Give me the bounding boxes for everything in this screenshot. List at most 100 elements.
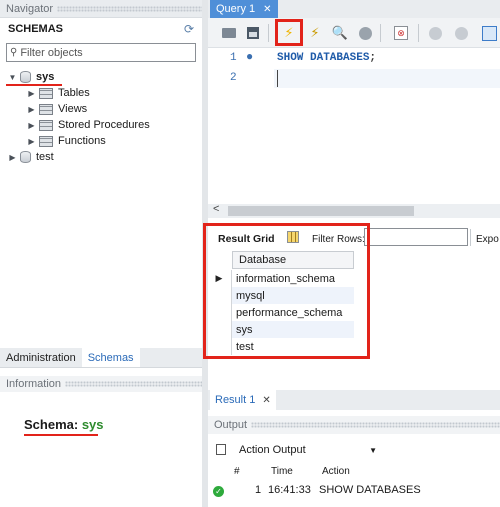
column-header-time: Time bbox=[271, 466, 293, 477]
filter-rows-label: Filter Rows: bbox=[312, 234, 365, 245]
navigator-header: Navigator bbox=[0, 0, 202, 18]
sql-semicolon: ; bbox=[369, 52, 377, 64]
export-button[interactable]: Expo bbox=[476, 234, 499, 245]
rollback-icon[interactable] bbox=[452, 24, 470, 42]
output-row-time: 16:41:33 bbox=[268, 484, 311, 496]
filter-rows-input[interactable] bbox=[364, 228, 468, 246]
column-header-database[interactable]: Database bbox=[232, 251, 354, 269]
output-row[interactable]: 1 16:41:33 SHOW DATABASES bbox=[208, 482, 500, 500]
tab-administration[interactable]: Administration bbox=[0, 348, 82, 367]
row-selector[interactable] bbox=[207, 321, 232, 338]
tree-item-label: Views bbox=[58, 103, 88, 115]
statement-marker-icon: ● bbox=[246, 50, 254, 64]
table-row[interactable]: mysql bbox=[232, 287, 354, 304]
output-type-select[interactable]: Action Output ▼ bbox=[233, 441, 383, 459]
copy-icon[interactable] bbox=[216, 444, 226, 455]
column-header-action: Action bbox=[322, 466, 350, 477]
navigator-title: Navigator bbox=[6, 2, 54, 15]
collapse-arrow-icon[interactable]: ▶ bbox=[27, 105, 36, 114]
refresh-icon[interactable]: ⟳ bbox=[184, 22, 194, 36]
output-table-header: # Time Action bbox=[208, 462, 500, 480]
toolbar-separator bbox=[268, 24, 269, 42]
output-row-action: SHOW DATABASES bbox=[319, 484, 421, 496]
select-value: Action Output bbox=[239, 444, 306, 456]
tree-item-stored-procedures[interactable]: ▶ Stored Procedures bbox=[27, 117, 150, 133]
row-pointer-icon: ▶ bbox=[207, 270, 232, 287]
execute-statement-icon[interactable]: ⚡ bbox=[306, 24, 324, 42]
close-icon[interactable]: ✕ bbox=[263, 4, 271, 15]
header-grip bbox=[251, 422, 500, 428]
table-icon bbox=[39, 135, 53, 147]
sql-keyword: SHOW DATABASES bbox=[277, 52, 370, 64]
explain-magnifier-icon[interactable]: 🔍 bbox=[331, 24, 349, 42]
scroll-left-icon[interactable]: < bbox=[213, 203, 219, 215]
output-header: Output bbox=[208, 416, 500, 434]
filter-objects-field[interactable]: ⚲ bbox=[6, 43, 196, 62]
tree-item-label: Functions bbox=[58, 135, 106, 147]
save-icon[interactable] bbox=[244, 24, 262, 42]
chevron-down-icon[interactable]: ▼ bbox=[369, 446, 377, 455]
information-header: Information bbox=[0, 376, 202, 392]
scrollbar-thumb[interactable] bbox=[228, 206, 414, 216]
tree-item-functions[interactable]: ▶ Functions bbox=[27, 133, 106, 149]
collapse-arrow-icon[interactable]: ▶ bbox=[27, 121, 36, 130]
tree-item-tables[interactable]: ▶ Tables bbox=[27, 85, 89, 101]
row-selector[interactable] bbox=[207, 287, 232, 304]
tab-label: Result 1 bbox=[215, 394, 256, 406]
tab-schemas[interactable]: Schemas bbox=[81, 348, 140, 367]
tree-item-views[interactable]: ▶ Views bbox=[27, 101, 87, 117]
collapse-arrow-icon[interactable]: ▶ bbox=[27, 137, 36, 146]
database-icon bbox=[20, 151, 31, 163]
result-grid-button[interactable]: Result Grid bbox=[218, 233, 275, 245]
toolbar-separator bbox=[418, 24, 419, 42]
text-caret bbox=[277, 70, 278, 87]
toggle-errors-icon[interactable]: ⊗ bbox=[392, 24, 410, 42]
output-row-number: 1 bbox=[255, 484, 262, 496]
tree-item-test[interactable]: ▶ test bbox=[8, 149, 54, 165]
tree-item-label: Stored Procedures bbox=[58, 119, 150, 131]
current-line-highlight bbox=[274, 69, 500, 88]
output-title: Output bbox=[214, 419, 248, 431]
table-row[interactable]: sys bbox=[232, 321, 354, 338]
tree-item-sys[interactable]: ▼ sys bbox=[8, 69, 54, 85]
tree-item-label: sys bbox=[36, 71, 55, 83]
open-folder-icon[interactable] bbox=[220, 24, 238, 42]
highlight-underline bbox=[24, 434, 98, 436]
database-icon bbox=[20, 71, 31, 83]
row-selector[interactable] bbox=[207, 304, 232, 321]
search-icon: ⚲ bbox=[10, 47, 18, 58]
schemas-bar: SCHEMAS ⟳ bbox=[0, 18, 202, 40]
row-selector[interactable] bbox=[207, 338, 232, 355]
toolbar-separator bbox=[380, 24, 381, 42]
table-row[interactable]: performance_schema bbox=[232, 304, 354, 321]
commit-icon[interactable] bbox=[426, 24, 444, 42]
toolbar-separator bbox=[470, 229, 471, 246]
table-icon bbox=[39, 103, 53, 115]
tab-result-1[interactable]: Result 1 ✕ bbox=[210, 390, 276, 410]
tab-query-1[interactable]: Query 1 ✕ bbox=[210, 0, 278, 18]
schema-info: Schema: sys bbox=[24, 417, 104, 432]
navigator-tabs: Administration Schemas bbox=[0, 348, 202, 368]
grid-icon[interactable] bbox=[287, 231, 299, 243]
code-line-1: SHOW DATABASES; bbox=[277, 52, 376, 64]
tree-item-label: test bbox=[36, 151, 54, 163]
schema-label: Schema: bbox=[24, 417, 79, 432]
collapse-arrow-icon[interactable]: ▶ bbox=[27, 89, 36, 98]
column-header-number: # bbox=[234, 466, 240, 477]
table-row[interactable]: test bbox=[232, 338, 354, 355]
line-number: 2 bbox=[230, 72, 237, 84]
schemas-title: SCHEMAS bbox=[8, 23, 64, 35]
header-grip bbox=[57, 5, 202, 12]
execute-lightning-icon[interactable]: ⚡ bbox=[280, 24, 298, 42]
close-icon[interactable]: ✕ bbox=[262, 395, 270, 406]
horizontal-scrollbar[interactable]: < bbox=[208, 203, 500, 218]
table-icon bbox=[39, 87, 53, 99]
expand-arrow-icon[interactable]: ▼ bbox=[8, 73, 17, 82]
information-panel bbox=[0, 392, 202, 507]
autocommit-icon[interactable] bbox=[480, 24, 498, 42]
stop-icon[interactable] bbox=[356, 24, 374, 42]
collapse-arrow-icon[interactable]: ▶ bbox=[8, 153, 17, 162]
filter-objects-input[interactable] bbox=[17, 46, 178, 59]
header-grip bbox=[65, 381, 202, 387]
table-row[interactable]: information_schema bbox=[232, 270, 354, 287]
